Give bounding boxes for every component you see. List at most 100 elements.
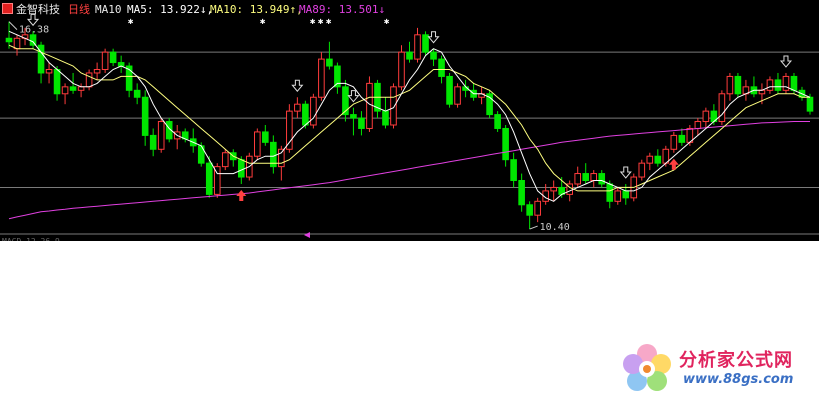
- candle-body: [326, 58, 333, 67]
- candle-body: [302, 103, 309, 126]
- candle-body: [806, 96, 814, 112]
- candle-body: [638, 162, 646, 178]
- candle-body: [726, 75, 734, 95]
- candle-body: [622, 190, 630, 199]
- sell-signal-arrow: [347, 90, 360, 103]
- sell-signal-arrow: [779, 55, 793, 68]
- candle-body: [526, 204, 533, 216]
- buy-signal-arrow: [668, 158, 679, 170]
- candle-body: [278, 148, 285, 168]
- candle-body: [774, 79, 782, 91]
- candle-body: [382, 110, 389, 126]
- candle-body: [390, 86, 397, 126]
- candle-body: [53, 69, 61, 95]
- candle-body: [318, 58, 325, 98]
- candle-body: [93, 69, 101, 74]
- candle-body: [782, 75, 790, 91]
- period-label: 日线: [68, 3, 90, 16]
- event-marker-icon: ✱: [310, 17, 316, 27]
- candle-body: [694, 121, 702, 129]
- event-marker-icon: ✱: [384, 17, 390, 27]
- candle-body: [446, 75, 453, 105]
- watermark-title: 分析家公式网: [679, 350, 793, 371]
- candle-body: [221, 152, 229, 168]
- candle-body: [398, 51, 405, 88]
- candle-body: [262, 131, 269, 143]
- candle-body: [205, 162, 213, 195]
- candle-body: [654, 155, 662, 164]
- candle-body: [734, 75, 742, 95]
- candle-body: [77, 86, 85, 91]
- candle-body: [430, 51, 437, 60]
- low-marker-line: [529, 225, 538, 230]
- indicator-name: MA10: [95, 3, 122, 16]
- candle-body: [350, 114, 357, 119]
- event-marker-icon: ✱: [128, 17, 134, 27]
- ma89-readout: MA89: 13.501↓: [299, 3, 386, 16]
- candle-body: [766, 79, 774, 91]
- candle-body: [109, 51, 117, 64]
- candle-body: [157, 121, 165, 150]
- candle-body: [61, 86, 69, 95]
- candle-body: [366, 82, 373, 129]
- kline-chart-svg[interactable]: 16.3810.40✱✱✱✱✱✱MACD 12.26.9: [0, 0, 819, 241]
- candle-body: [286, 110, 293, 150]
- ma5-readout: MA5: 13.922↓,: [127, 3, 214, 16]
- candle-body: [590, 173, 598, 181]
- candle-body: [670, 134, 678, 150]
- kline-chart-panel[interactable]: 16.3810.40✱✱✱✱✱✱MACD 12.26.9 金智科技 日线 MA1…: [0, 0, 819, 241]
- high-marker-line: [8, 21, 18, 30]
- candle-body: [678, 134, 686, 143]
- candle-body: [5, 37, 13, 43]
- candle-body: [518, 180, 525, 206]
- ma10-readout: MA10: 13.949↑,: [210, 3, 303, 16]
- candle-body: [254, 131, 261, 157]
- candle-body: [550, 186, 557, 192]
- sell-signal-arrow: [427, 31, 440, 44]
- candle-body: [702, 110, 710, 123]
- candle-body: [614, 190, 622, 202]
- alert-icon: [2, 3, 13, 14]
- candle-body: [406, 51, 413, 60]
- event-marker-icon: ✱: [326, 17, 332, 27]
- candle-body: [718, 93, 726, 123]
- candle-body: [502, 127, 509, 161]
- buy-signal-arrow: [236, 189, 247, 201]
- candle-body: [646, 155, 654, 164]
- candle-body: [582, 173, 590, 181]
- candle-body: [237, 159, 245, 178]
- event-marker-icon: ✱: [318, 17, 324, 27]
- candle-body: [141, 96, 149, 136]
- candle-body: [294, 103, 301, 112]
- candle-body: [310, 96, 317, 126]
- candle-body: [149, 134, 157, 150]
- candle-body: [790, 75, 798, 91]
- candle-body: [45, 69, 53, 74]
- site-watermark: 分析家公式网 www.88gs.com: [617, 340, 817, 398]
- candle-body: [574, 173, 582, 185]
- candle-body: [133, 89, 141, 98]
- candle-body: [69, 86, 77, 91]
- candle-body: [101, 51, 109, 70]
- stock-name: 金智科技: [16, 3, 60, 16]
- candle-body: [510, 159, 517, 181]
- candle-body: [598, 173, 606, 185]
- candle-body: [414, 34, 421, 60]
- candle-body: [758, 89, 766, 95]
- candle-body: [494, 114, 501, 129]
- candle-body: [13, 37, 21, 50]
- sell-signal-arrow: [619, 166, 632, 179]
- scroll-pointer-icon: [304, 232, 310, 238]
- candle-body: [422, 34, 429, 53]
- watermark-url: www.88gs.com: [683, 372, 794, 387]
- high-price-label: 16.38: [19, 25, 49, 36]
- candle-body: [358, 117, 365, 129]
- low-price-label: 10.40: [540, 222, 570, 233]
- macd-label: MACD 12.26.9: [2, 237, 60, 241]
- event-marker-icon: ✱: [260, 17, 266, 27]
- flower-logo-icon: [623, 344, 671, 391]
- candle-body: [454, 86, 461, 105]
- candle-body: [534, 200, 541, 216]
- candle-body: [438, 58, 445, 77]
- candle-body: [606, 183, 614, 202]
